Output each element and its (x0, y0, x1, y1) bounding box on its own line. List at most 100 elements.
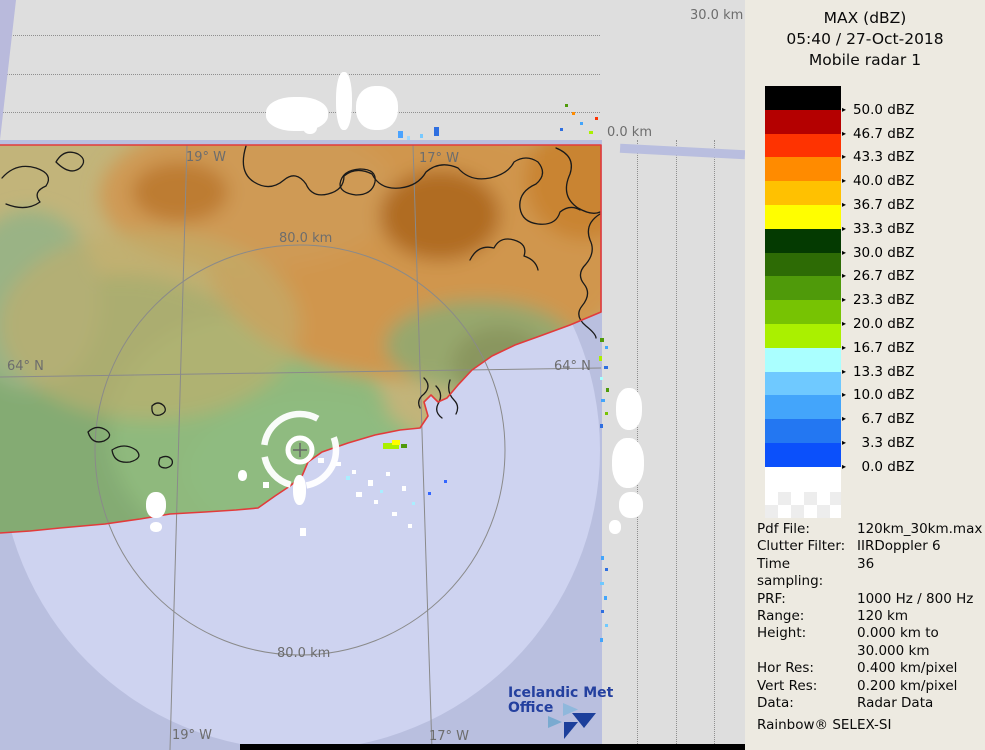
metadata-value: Radar Data (857, 695, 983, 712)
longitude-label-19w-bottom: 19° W (172, 728, 212, 743)
legend-tick-arrow-icon: ▸ (842, 319, 846, 328)
echo-speck (318, 458, 324, 463)
metadata-row: Range:120 km (757, 608, 983, 625)
echo-speck (595, 117, 598, 120)
metadata-label: Hor Res: (757, 660, 857, 677)
legend-label: ▸13.3 dBZ (842, 363, 914, 381)
range-ring-label-top: 80.0 km (279, 231, 332, 246)
echo-speck (346, 476, 350, 480)
echo-speck (612, 438, 644, 488)
echo-speck (401, 444, 407, 448)
legend-band-23.3 (765, 276, 841, 300)
metadata-row: PRF:1000 Hz / 800 Hz (757, 591, 983, 608)
color-scale-transparent-band (765, 492, 841, 518)
legend-tick-arrow-icon: ▸ (842, 343, 846, 352)
echo-speck (412, 502, 415, 505)
echo-speck (444, 480, 447, 483)
metadata-label: PRF: (757, 591, 857, 608)
radar-app-window: 30.0 km 0.0 km 19° W 17° W 80.0 km 64° N… (0, 0, 985, 750)
echo-speck (263, 482, 269, 488)
echo-speck (146, 492, 166, 518)
metadata-row: Pdf File:120km_30km.max (757, 521, 983, 538)
echo-speck (589, 131, 593, 134)
echo-speck (604, 366, 608, 369)
metadata-value: 0.200 km/pixel (857, 678, 983, 695)
echo-speck (604, 596, 607, 600)
echo-speck (150, 522, 162, 532)
echo-speck (580, 122, 583, 125)
echo-speck (606, 388, 609, 392)
legend-band-16.7 (765, 324, 841, 348)
legend-tick-arrow-icon: ▸ (842, 462, 846, 471)
legend-tick-arrow-icon: ▸ (842, 248, 846, 257)
metadata-value: 1000 Hz / 800 Hz (857, 591, 983, 608)
echo-speck (266, 97, 328, 131)
echo-speck (428, 492, 431, 495)
echo-speck (336, 72, 352, 130)
echo-speck (352, 470, 356, 474)
height-scale-max-label: 30.0 km (690, 8, 742, 23)
legend-label: ▸0.0 dBZ (842, 458, 914, 476)
color-scale-white-band (765, 467, 841, 492)
legend-label: ▸46.7 dBZ (842, 125, 914, 143)
metadata-label: Data: (757, 695, 857, 712)
longitude-label-19w-top: 19° W (186, 150, 226, 165)
legend-tick-arrow-icon: ▸ (842, 414, 846, 423)
legend-band-43.3 (765, 134, 841, 158)
echo-speck (380, 490, 383, 493)
product-metadata: Pdf File:120km_30km.maxClutter Filter:II… (757, 521, 983, 734)
metadata-label: Height: (757, 625, 857, 642)
legend-label: ▸20.0 dBZ (842, 315, 914, 333)
echo-speck (336, 462, 341, 466)
metadata-row: Height:0.000 km to (757, 625, 983, 642)
legend-label: ▸33.3 dBZ (842, 220, 914, 238)
legend-label: ▸3.3 dBZ (842, 434, 914, 452)
icelandic-met-office-logo: Icelandic Met Office (508, 686, 618, 742)
legend-band-10.0 (765, 372, 841, 396)
echo-speck (434, 127, 439, 136)
metadata-value: 36 (857, 556, 983, 591)
echo-speck (560, 128, 563, 131)
height-gridline (714, 140, 715, 750)
echo-speck (386, 472, 390, 476)
legend-band-20.0 (765, 300, 841, 324)
legend-tick-arrow-icon: ▸ (842, 271, 846, 280)
echo-speck (572, 112, 575, 115)
echo-speck (392, 440, 400, 445)
legend-band-33.3 (765, 205, 841, 229)
echo-speck (600, 638, 603, 642)
bottom-black-bar (240, 744, 746, 750)
echo-speck (601, 610, 604, 613)
legend-band-36.7 (765, 181, 841, 205)
echo-speck (392, 512, 397, 516)
metadata-rows: Pdf File:120km_30km.maxClutter Filter:II… (757, 521, 983, 712)
echo-speck (398, 131, 403, 138)
metadata-row: Vert Res:0.200 km/pixel (757, 678, 983, 695)
logo-triangle-icon (564, 722, 578, 739)
legend-label: ▸30.0 dBZ (842, 244, 914, 262)
legend-tick-arrow-icon: ▸ (842, 295, 846, 304)
legend-band-30.0 (765, 229, 841, 253)
color-scale-bands (765, 86, 841, 467)
echo-speck (605, 412, 608, 415)
echo-speck (300, 528, 306, 536)
metadata-label: Time sampling: (757, 556, 857, 591)
legend-label: ▸10.0 dBZ (842, 386, 914, 404)
latitude-label-64n-right: 64° N (554, 359, 591, 374)
echo-speck (565, 104, 568, 107)
echo-speck (293, 475, 306, 505)
metadata-row: Hor Res:0.400 km/pixel (757, 660, 983, 677)
legend-label: ▸40.0 dBZ (842, 172, 914, 190)
info-side-panel: MAX (dBZ) 05:40 / 27-Oct-2018 Mobile rad… (745, 0, 985, 750)
product-title: MAX (dBZ) (745, 8, 985, 29)
metadata-value: 0.000 km to (857, 625, 983, 642)
height-gridline (0, 74, 600, 75)
legend-label: ▸26.7 dBZ (842, 267, 914, 285)
metadata-label: Clutter Filter: (757, 538, 857, 555)
legend-tick-arrow-icon: ▸ (842, 224, 846, 233)
echo-speck (600, 338, 604, 342)
metadata-value: 120km_30km.max (857, 521, 983, 538)
echo-speck (402, 486, 406, 491)
legend-tick-arrow-icon: ▸ (842, 438, 846, 447)
metadata-row: Data:Radar Data (757, 695, 983, 712)
